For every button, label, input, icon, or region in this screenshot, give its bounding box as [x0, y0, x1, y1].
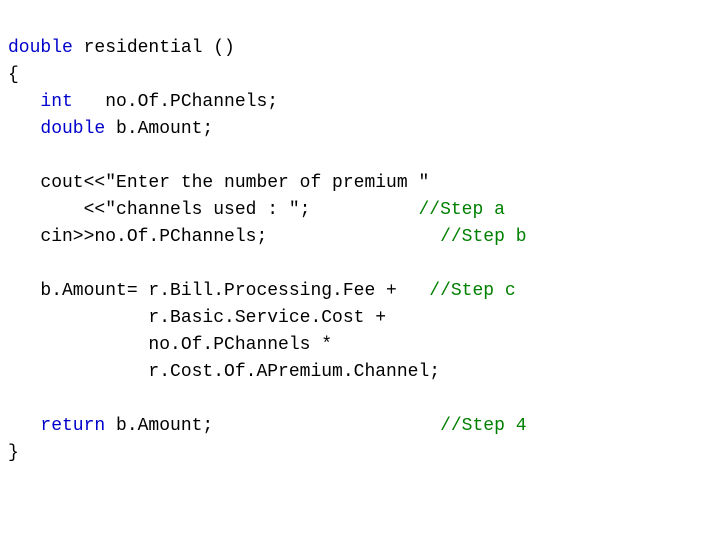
code-line: {	[8, 65, 19, 85]
code-text: cin>>no.Of.PChannels;	[8, 227, 440, 247]
code-text: b.Amount= r.Bill.Processing.Fee +	[8, 281, 429, 301]
code-line: cout<<"Enter the number of premium "	[8, 173, 429, 193]
indent	[8, 92, 40, 112]
code-line: r.Cost.Of.APremium.Channel;	[8, 362, 440, 382]
keyword-return: return	[40, 416, 105, 436]
code-line: double b.Amount;	[8, 119, 213, 139]
code-line: r.Basic.Service.Cost +	[8, 308, 386, 328]
code-line: <<"channels used : "; //Step a	[8, 200, 505, 220]
comment-step-b: //Step b	[440, 227, 526, 247]
code-text: <<"channels used : ";	[8, 200, 418, 220]
code-line: b.Amount= r.Bill.Processing.Fee + //Step…	[8, 281, 516, 301]
code-text: b.Amount;	[105, 119, 213, 139]
code-text: b.Amount;	[105, 416, 440, 436]
comment-step-4: //Step 4	[440, 416, 526, 436]
comment-step-a: //Step a	[418, 200, 504, 220]
code-line: }	[8, 443, 19, 463]
keyword-int: int	[40, 92, 72, 112]
keyword-double: double	[8, 38, 73, 58]
code-text: no.Of.PChannels;	[73, 92, 278, 112]
indent	[8, 119, 40, 139]
code-text: residential ()	[73, 38, 235, 58]
indent	[8, 416, 40, 436]
code-line: cin>>no.Of.PChannels; //Step b	[8, 227, 527, 247]
keyword-double: double	[40, 119, 105, 139]
comment-step-c: //Step c	[429, 281, 515, 301]
code-line: int no.Of.PChannels;	[8, 92, 278, 112]
code-line: return b.Amount; //Step 4	[8, 416, 527, 436]
code-line: no.Of.PChannels *	[8, 335, 332, 355]
code-line: double residential ()	[8, 38, 235, 58]
